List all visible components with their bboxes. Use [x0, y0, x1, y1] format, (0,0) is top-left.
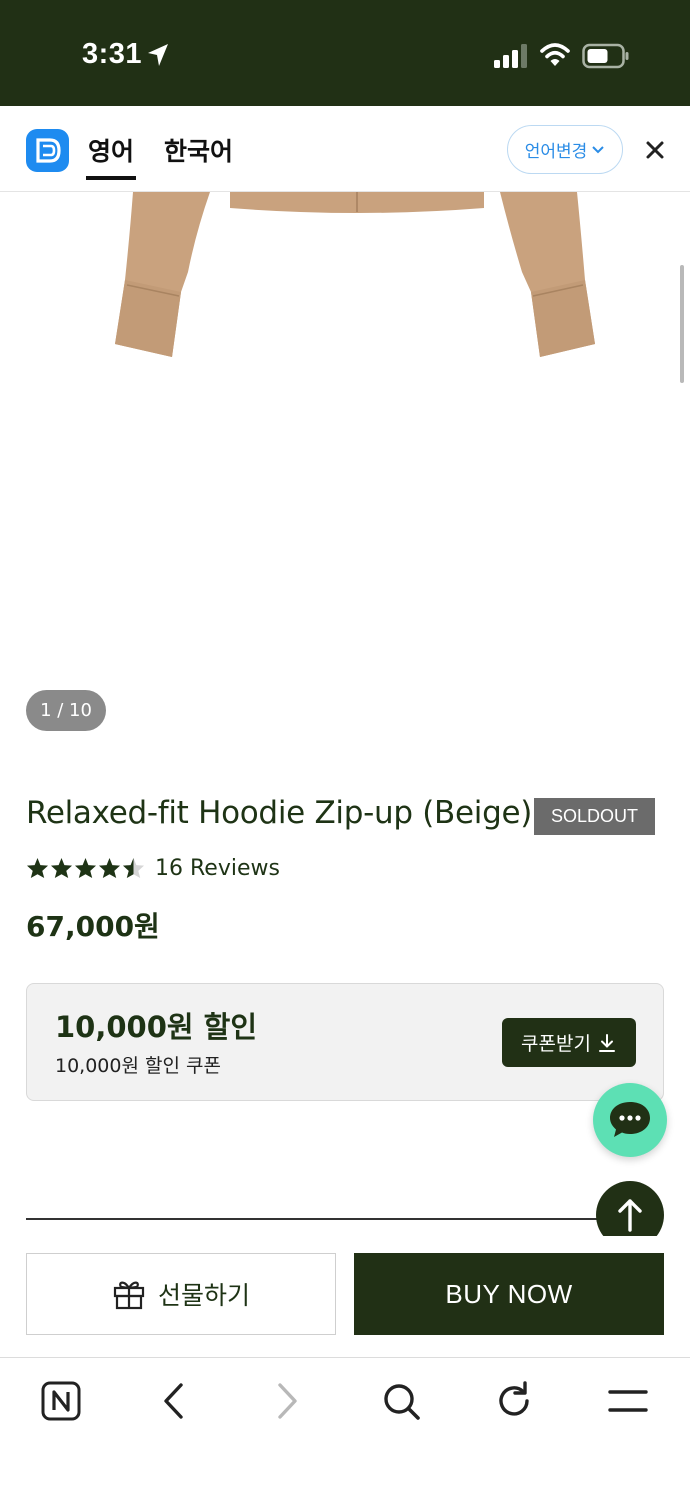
search-icon[interactable]	[379, 1379, 423, 1423]
buy-now-label: BUY NOW	[445, 1278, 573, 1309]
wifi-icon	[540, 43, 570, 66]
browser-toolbar	[0, 1359, 690, 1500]
chat-button[interactable]	[593, 1083, 667, 1157]
product-title: Relaxed-fit Hoodie Zip-up (Beige)	[26, 795, 533, 831]
gift-button[interactable]: 선물하기	[26, 1253, 336, 1335]
star-icon	[26, 857, 49, 879]
translate-bar: 영어 한국어 언어변경	[0, 106, 690, 192]
download-icon	[598, 1033, 615, 1052]
star-icon	[98, 857, 121, 879]
status-bar: 3:31	[0, 0, 690, 106]
half-star-icon	[122, 857, 145, 879]
buy-now-button[interactable]: BUY NOW	[354, 1253, 664, 1335]
star-rating	[26, 857, 145, 879]
arrow-up-icon	[618, 1199, 642, 1232]
scroll-indicator[interactable]	[680, 265, 684, 383]
coupon-box: 10,000원 할인 10,000원 할인 쿠폰 쿠폰받기	[26, 983, 664, 1101]
coupon-download-button[interactable]: 쿠폰받기	[502, 1018, 636, 1067]
back-icon[interactable]	[152, 1379, 196, 1423]
tab-english[interactable]: 영어	[85, 132, 137, 180]
tab-korean[interactable]: 한국어	[164, 132, 233, 168]
naver-home-icon[interactable]	[39, 1379, 83, 1423]
section-divider	[26, 1218, 606, 1220]
status-time: 3:31	[82, 38, 143, 70]
soldout-badge: SOLDOUT	[534, 798, 655, 835]
refresh-icon[interactable]	[492, 1379, 536, 1423]
close-icon[interactable]	[644, 139, 666, 161]
product-price: 67,000원	[26, 910, 160, 943]
chevron-down-icon	[592, 145, 604, 153]
change-language-label: 언어변경	[524, 142, 588, 162]
coupon-download-label: 쿠폰받기	[521, 1033, 591, 1055]
forward-icon[interactable]	[265, 1379, 309, 1423]
chat-bubble-icon	[610, 1102, 650, 1137]
change-language-button[interactable]: 언어변경	[507, 125, 623, 174]
reviews-count[interactable]: 16 Reviews	[155, 856, 280, 881]
product-image[interactable]	[0, 192, 690, 752]
cellular-signal-icon	[494, 44, 527, 68]
purchase-action-bar: 선물하기 BUY NOW	[0, 1236, 690, 1358]
gift-label: 선물하기	[157, 1281, 250, 1310]
translator-logo-icon[interactable]	[26, 129, 69, 172]
gift-icon	[113, 1281, 145, 1310]
star-icon	[74, 857, 97, 879]
battery-icon	[582, 43, 629, 69]
product-photo	[115, 192, 595, 357]
coupon-amount: 10,000원 할인	[55, 1010, 258, 1044]
coupon-description: 10,000원 할인 쿠폰	[55, 1055, 221, 1077]
menu-icon[interactable]	[606, 1379, 650, 1423]
image-counter: 1 / 10	[26, 690, 106, 731]
rating-row[interactable]: 16 Reviews	[26, 853, 280, 883]
location-arrow-icon	[148, 44, 168, 66]
star-icon	[50, 857, 73, 879]
